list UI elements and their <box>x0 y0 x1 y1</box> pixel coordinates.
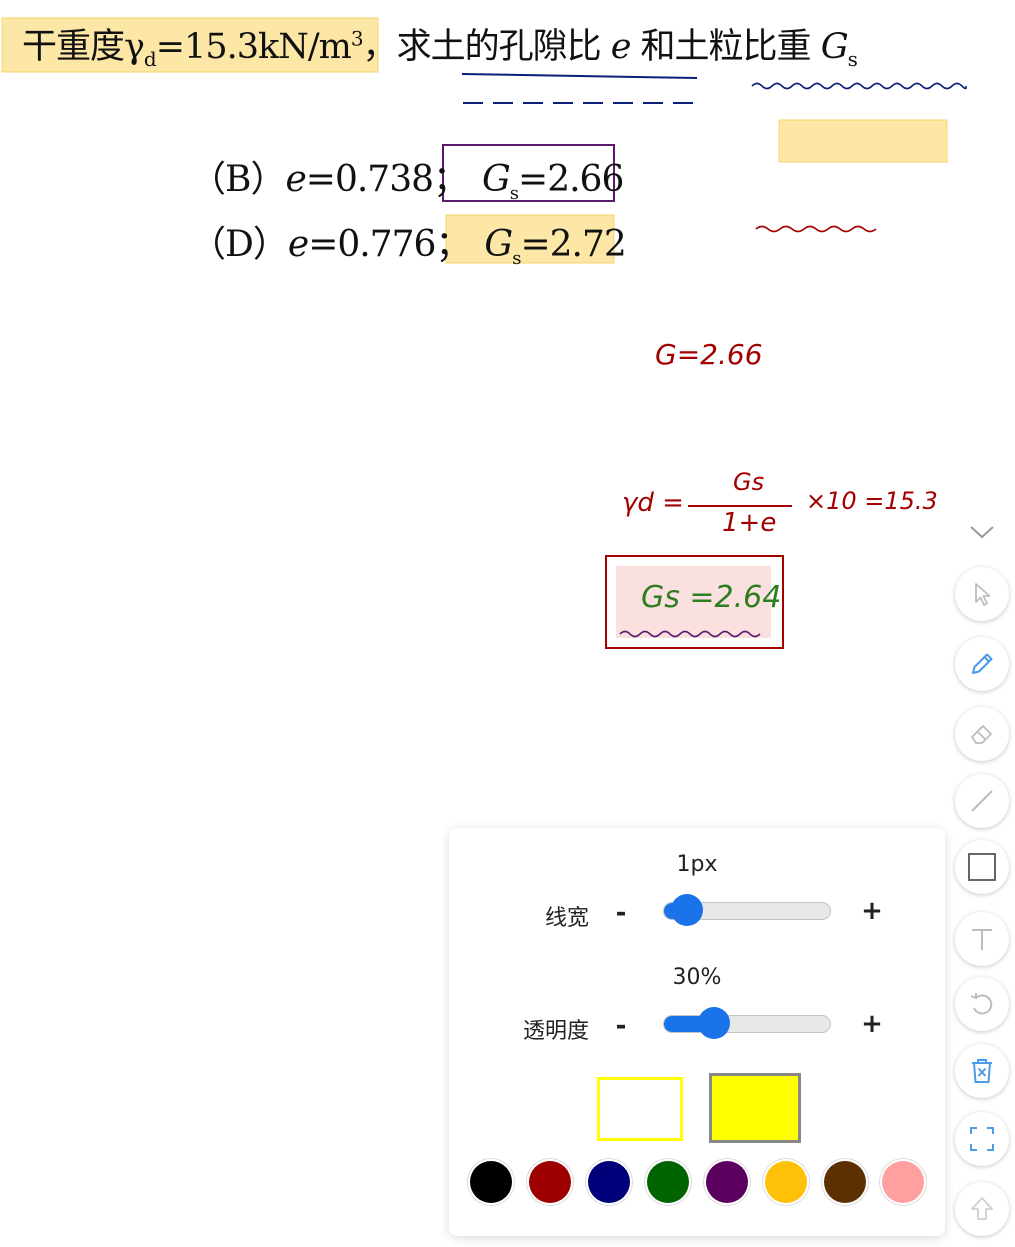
option-d-letter: （D） <box>190 224 289 265</box>
opacity-label: 透明度 <box>522 1019 589 1044</box>
pen-icon[interactable] <box>955 637 1009 691</box>
question-var-e: e <box>610 27 632 67</box>
red-wavy-line <box>755 225 877 233</box>
option-d-e-var: e <box>287 224 309 265</box>
pen-settings-panel: 1px 线宽 - + 30% 透明度 - + <box>449 828 945 1236</box>
option-d-gs-var: G <box>484 224 513 265</box>
line-width-slider-thumb[interactable] <box>671 894 703 926</box>
question-subscript: d <box>143 47 157 71</box>
question-separator: ， <box>362 27 398 67</box>
opacity-value: 30% <box>672 965 722 990</box>
option-b-gs-sub: s <box>509 183 519 205</box>
option-b-gs-var: G <box>482 159 511 200</box>
undo-icon[interactable] <box>955 977 1009 1031</box>
stroke-color-swatch[interactable] <box>597 1077 683 1141</box>
opacity-slider[interactable] <box>663 1007 831 1039</box>
handwritten-formula-numerator: Gs <box>733 468 765 496</box>
color-navy[interactable] <box>588 1161 630 1203</box>
empty-highlight <box>778 119 948 163</box>
question-superscript: 3 <box>350 26 364 51</box>
color-amber[interactable] <box>765 1161 807 1203</box>
option-d: （D）e=0.776； Gs=2.72 <box>190 215 627 269</box>
chevron-down-icon[interactable] <box>967 520 997 544</box>
share-icon[interactable] <box>955 1182 1009 1236</box>
color-pink[interactable] <box>882 1161 924 1203</box>
rectangle-icon[interactable] <box>955 840 1009 894</box>
handwritten-formula-lhs: γd = <box>622 488 684 518</box>
fullscreen-icon[interactable] <box>955 1112 1009 1166</box>
opacity-increase-button[interactable]: + <box>860 1009 884 1039</box>
question-var-g-sub: s <box>847 47 858 71</box>
option-d-e-value: =0.776； <box>308 224 471 265</box>
handwritten-answer: Gs =2.64 <box>641 580 782 615</box>
option-b-letter: （B） <box>190 159 286 200</box>
option-b: （B）e=0.738； Gs=2.66 <box>190 150 624 205</box>
eraser-icon[interactable] <box>955 707 1009 761</box>
line-width-increase-button[interactable]: + <box>860 896 884 926</box>
question-text-a: 求土的孔隙比 <box>396 27 611 67</box>
option-b-gs-value: =2.66 <box>518 159 624 200</box>
fill-color-swatch[interactable] <box>709 1073 801 1143</box>
option-d-gs-value: =2.72 <box>520 224 626 265</box>
color-dark-green[interactable] <box>647 1161 689 1203</box>
question-text: 干重度γd=15.3kN/m3，求土的孔隙比 e 和土粒比重 Gs <box>22 18 858 71</box>
text-icon[interactable] <box>955 912 1009 966</box>
question-text-b: 和土粒比重 <box>630 27 821 67</box>
question-var-g: G <box>820 27 849 67</box>
color-brown[interactable] <box>824 1161 866 1203</box>
line-width-decrease-button[interactable]: - <box>609 898 633 928</box>
trash-icon[interactable] <box>955 1044 1009 1098</box>
color-dark-red[interactable] <box>529 1161 571 1203</box>
handwritten-formula-rhs: ×10 =15.3 <box>806 487 938 515</box>
handwritten-g-note: G=2.66 <box>655 338 763 371</box>
select-pointer-icon[interactable] <box>955 567 1009 621</box>
navy-underline <box>461 73 698 79</box>
option-b-e-var: e <box>285 159 306 200</box>
navy-wavy-line <box>751 82 967 90</box>
question-equation: =15.3kN/m <box>155 27 352 67</box>
color-purple[interactable] <box>706 1161 748 1203</box>
line-width-value: 1px <box>676 852 718 877</box>
line-width-label: 线宽 <box>544 906 589 931</box>
color-black[interactable] <box>470 1161 512 1203</box>
handwritten-formula-denominator: 1+e <box>722 508 777 538</box>
option-b-e-value: =0.738； <box>305 159 469 200</box>
opacity-decrease-button[interactable]: - <box>609 1011 633 1041</box>
line-width-slider[interactable] <box>663 894 831 926</box>
opacity-slider-thumb[interactable] <box>698 1007 730 1039</box>
question-prefix: 干重度γ <box>22 27 145 67</box>
line-icon[interactable] <box>955 774 1009 828</box>
